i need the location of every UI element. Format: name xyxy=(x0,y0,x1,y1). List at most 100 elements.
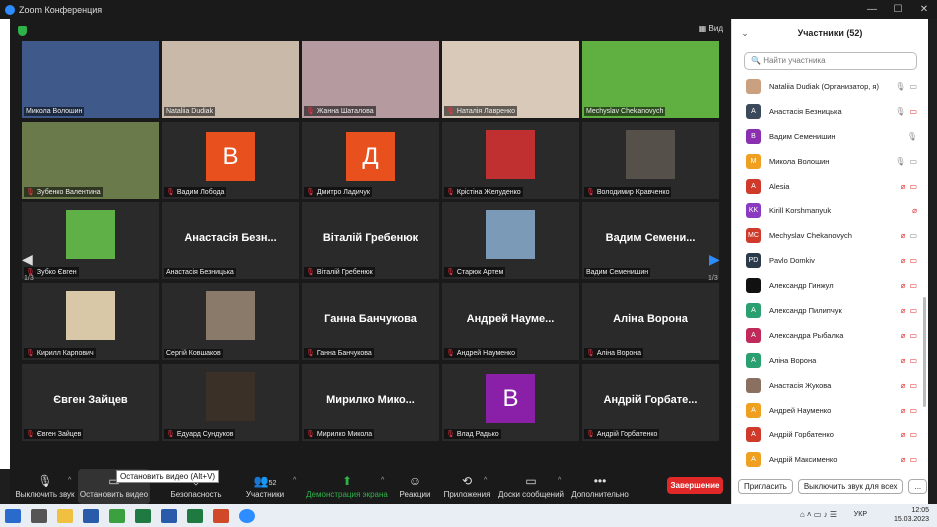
camera-off-icon[interactable]: ▭ xyxy=(909,182,921,191)
participant-row[interactable]: В Вадим Семенишин 🎙 xyxy=(746,124,921,149)
camera-off-icon[interactable]: ▭ xyxy=(909,455,921,464)
video-tile[interactable]: Андрій Горбате... 🎙 Андрій Горбатенко xyxy=(582,364,719,441)
powerpoint-icon[interactable] xyxy=(213,508,229,523)
video-tile[interactable]: Nataliia Dudiak xyxy=(162,41,299,118)
camera-icon[interactable]: ▭ xyxy=(909,157,921,166)
participant-search-input[interactable]: 🔍 Найти участника xyxy=(744,52,917,70)
camera-off-icon[interactable]: ▭ xyxy=(909,306,921,315)
video-tile[interactable]: Микола Волошин xyxy=(22,41,159,118)
participant-row[interactable]: А Аліна Ворона ⌀▭ xyxy=(746,348,921,373)
mute-button[interactable]: 🎙 Выключить звук xyxy=(14,469,76,504)
end-meeting-button[interactable]: Завершение xyxy=(667,477,723,494)
video-tile[interactable]: Андрей Науме... 🎙 Андрей Науменко xyxy=(442,283,579,360)
apps-button[interactable]: ⟲ Приложения xyxy=(442,469,492,504)
share-caret-icon[interactable]: ^ xyxy=(381,477,384,484)
mic-icon[interactable]: 🎙 xyxy=(895,157,909,166)
more-button[interactable]: ••• Дополнительно xyxy=(570,469,630,504)
camera-off-icon[interactable]: ▭ xyxy=(909,430,921,439)
language-indicator[interactable]: УКР xyxy=(854,511,867,518)
video-tile[interactable]: 🎙 Жанна Шаталова xyxy=(302,41,439,118)
participant-row[interactable]: А Анастасія Безницька 🎙▭ xyxy=(746,99,921,124)
prev-page-arrow-icon[interactable]: ◀ xyxy=(22,251,33,268)
video-tile[interactable]: 🎙 Крістіна Желуденко xyxy=(442,122,579,199)
camera-off-icon[interactable]: ▭ xyxy=(909,356,921,365)
participant-row[interactable]: А Alesia ⌀▭ xyxy=(746,174,921,199)
video-tile[interactable]: Mechyslav Chekanovych xyxy=(582,41,719,118)
word-icon[interactable] xyxy=(83,508,99,523)
camera-off-icon[interactable]: ▭ xyxy=(909,281,921,290)
security-shield-icon[interactable] xyxy=(18,26,27,36)
camera-icon[interactable]: ▭ xyxy=(909,82,921,91)
camera-off-icon[interactable]: ▭ xyxy=(909,406,921,415)
clock[interactable]: 12:05 15.03.2023 xyxy=(894,506,929,524)
maximize-button[interactable]: ☐ xyxy=(885,4,911,15)
participant-row[interactable]: Nataliia Dudiak (Организатор, я) 🎙▭ xyxy=(746,74,921,99)
video-tile[interactable]: 🎙 Едуард Сундуков xyxy=(162,364,299,441)
mic-muted-icon[interactable]: ⌀ xyxy=(912,206,921,215)
participant-row[interactable]: А Андрій Горбатенко ⌀▭ xyxy=(746,422,921,447)
video-tile[interactable]: 🎙 Зубенко Валентина xyxy=(22,122,159,199)
video-tile[interactable]: Віталій Гребенюк 🎙 Віталій Гребенюк xyxy=(302,202,439,279)
audio-options-caret-icon[interactable]: ^ xyxy=(68,477,71,484)
word-icon-2[interactable] xyxy=(161,508,177,523)
excel-icon-2[interactable] xyxy=(187,508,203,523)
participants-caret-icon[interactable]: ^ xyxy=(293,477,296,484)
apps-caret-icon[interactable]: ^ xyxy=(484,477,487,484)
video-tile[interactable]: Ганна Банчукова 🎙 Ганна Банчукова xyxy=(302,283,439,360)
video-tile[interactable]: 🎙 Володимир Кравченко xyxy=(582,122,719,199)
participant-row[interactable]: А Александр Пилипчук ⌀▭ xyxy=(746,298,921,323)
participant-row[interactable]: PD Pavlo Domkiv ⌀▭ xyxy=(746,248,921,273)
camera-off-icon[interactable]: ▭ xyxy=(909,381,921,390)
whiteboard-caret-icon[interactable]: ^ xyxy=(558,477,561,484)
video-tile[interactable]: В 🎙 Влад Радько xyxy=(442,364,579,441)
close-button[interactable]: ✕ xyxy=(911,4,937,15)
video-tile[interactable]: Мирилко Мико... 🎙 Мирилко Микола xyxy=(302,364,439,441)
participant-row[interactable]: А Андрей Науменко ⌀▭ xyxy=(746,398,921,423)
video-tile[interactable]: Вадим Семени... Вадим Семенишин xyxy=(582,202,719,279)
video-tile[interactable]: Анастасія Безн... Анастасія Безницька xyxy=(162,202,299,279)
camera-off-icon[interactable]: ▭ xyxy=(909,107,921,116)
collapse-chevron-icon[interactable]: ⌄ xyxy=(732,28,758,39)
participants-button[interactable]: 👥52 Участники xyxy=(240,469,290,504)
camera-off-icon[interactable]: ▭ xyxy=(909,256,921,265)
camera-icon[interactable]: ▭ xyxy=(909,231,921,240)
video-tile[interactable]: Д 🎙 Дмитро Ладичук xyxy=(302,122,439,199)
video-tile[interactable]: Аліна Ворона 🎙 Аліна Ворона xyxy=(582,283,719,360)
participant-row[interactable]: М Микола Волошин 🎙▭ xyxy=(746,149,921,174)
video-tile[interactable]: Євген Зайцев 🎙 Євген Зайцев xyxy=(22,364,159,441)
invite-button[interactable]: Пригласить xyxy=(738,479,793,494)
apps-label: Приложения xyxy=(443,490,491,499)
scrollbar[interactable] xyxy=(923,297,926,407)
video-tile[interactable]: 🎙 Наталія Лавренко xyxy=(442,41,579,118)
video-tile[interactable]: Сергій Ковшаков xyxy=(162,283,299,360)
participant-row[interactable]: Александр Гинжул ⌀▭ xyxy=(746,273,921,298)
mute-all-button[interactable]: Выключить звук для всех xyxy=(797,479,904,494)
start-icon[interactable] xyxy=(5,508,21,523)
camera-off-icon[interactable]: ▭ xyxy=(909,331,921,340)
minimize-button[interactable]: — xyxy=(859,4,885,15)
next-page-arrow-icon[interactable]: ▶ xyxy=(709,251,720,268)
mic-icon[interactable]: 🎙 xyxy=(907,132,921,141)
mic-icon[interactable]: 🎙 xyxy=(895,82,909,91)
video-tile[interactable]: 🎙 Кирилл Карпович xyxy=(22,283,159,360)
whiteboard-button[interactable]: ▭ Доски сообщений xyxy=(498,469,564,504)
excel-icon[interactable] xyxy=(135,508,151,523)
video-tile[interactable]: В 🎙 Вадим Лобода xyxy=(162,122,299,199)
file-explorer-icon[interactable] xyxy=(57,508,73,523)
video-tile[interactable]: 🎙 Зубко Євген xyxy=(22,202,159,279)
chrome-icon[interactable] xyxy=(109,508,125,523)
video-tile[interactable]: 🎙 Старюк Артем xyxy=(442,202,579,279)
participant-row[interactable]: А Александра Рыбалка ⌀▭ xyxy=(746,323,921,348)
more-options-button[interactable]: ... xyxy=(908,479,928,494)
reactions-button[interactable]: ☺ Реакции xyxy=(396,469,434,504)
participant-row[interactable]: KK Kirill Korshmanyuk ⌀ xyxy=(746,198,921,223)
mic-icon[interactable]: 🎙 xyxy=(895,107,909,116)
zoom-taskbar-icon[interactable] xyxy=(239,508,255,523)
task-view-icon[interactable] xyxy=(31,508,47,523)
participant-row[interactable]: Анастасія Жукова ⌀▭ xyxy=(746,373,921,398)
tray-icons[interactable]: ⌂ ˄ ▭ ♪ ☰ xyxy=(800,510,837,519)
view-button[interactable]: ▦ Вид xyxy=(699,24,723,33)
participant-row[interactable]: MC Mechyslav Chekanovych ⌀▭ xyxy=(746,223,921,248)
share-screen-button[interactable]: ⬆ Демонстрация экрана xyxy=(306,469,388,504)
participant-row[interactable]: А Андрій Максименко ⌀▭ xyxy=(746,447,921,472)
